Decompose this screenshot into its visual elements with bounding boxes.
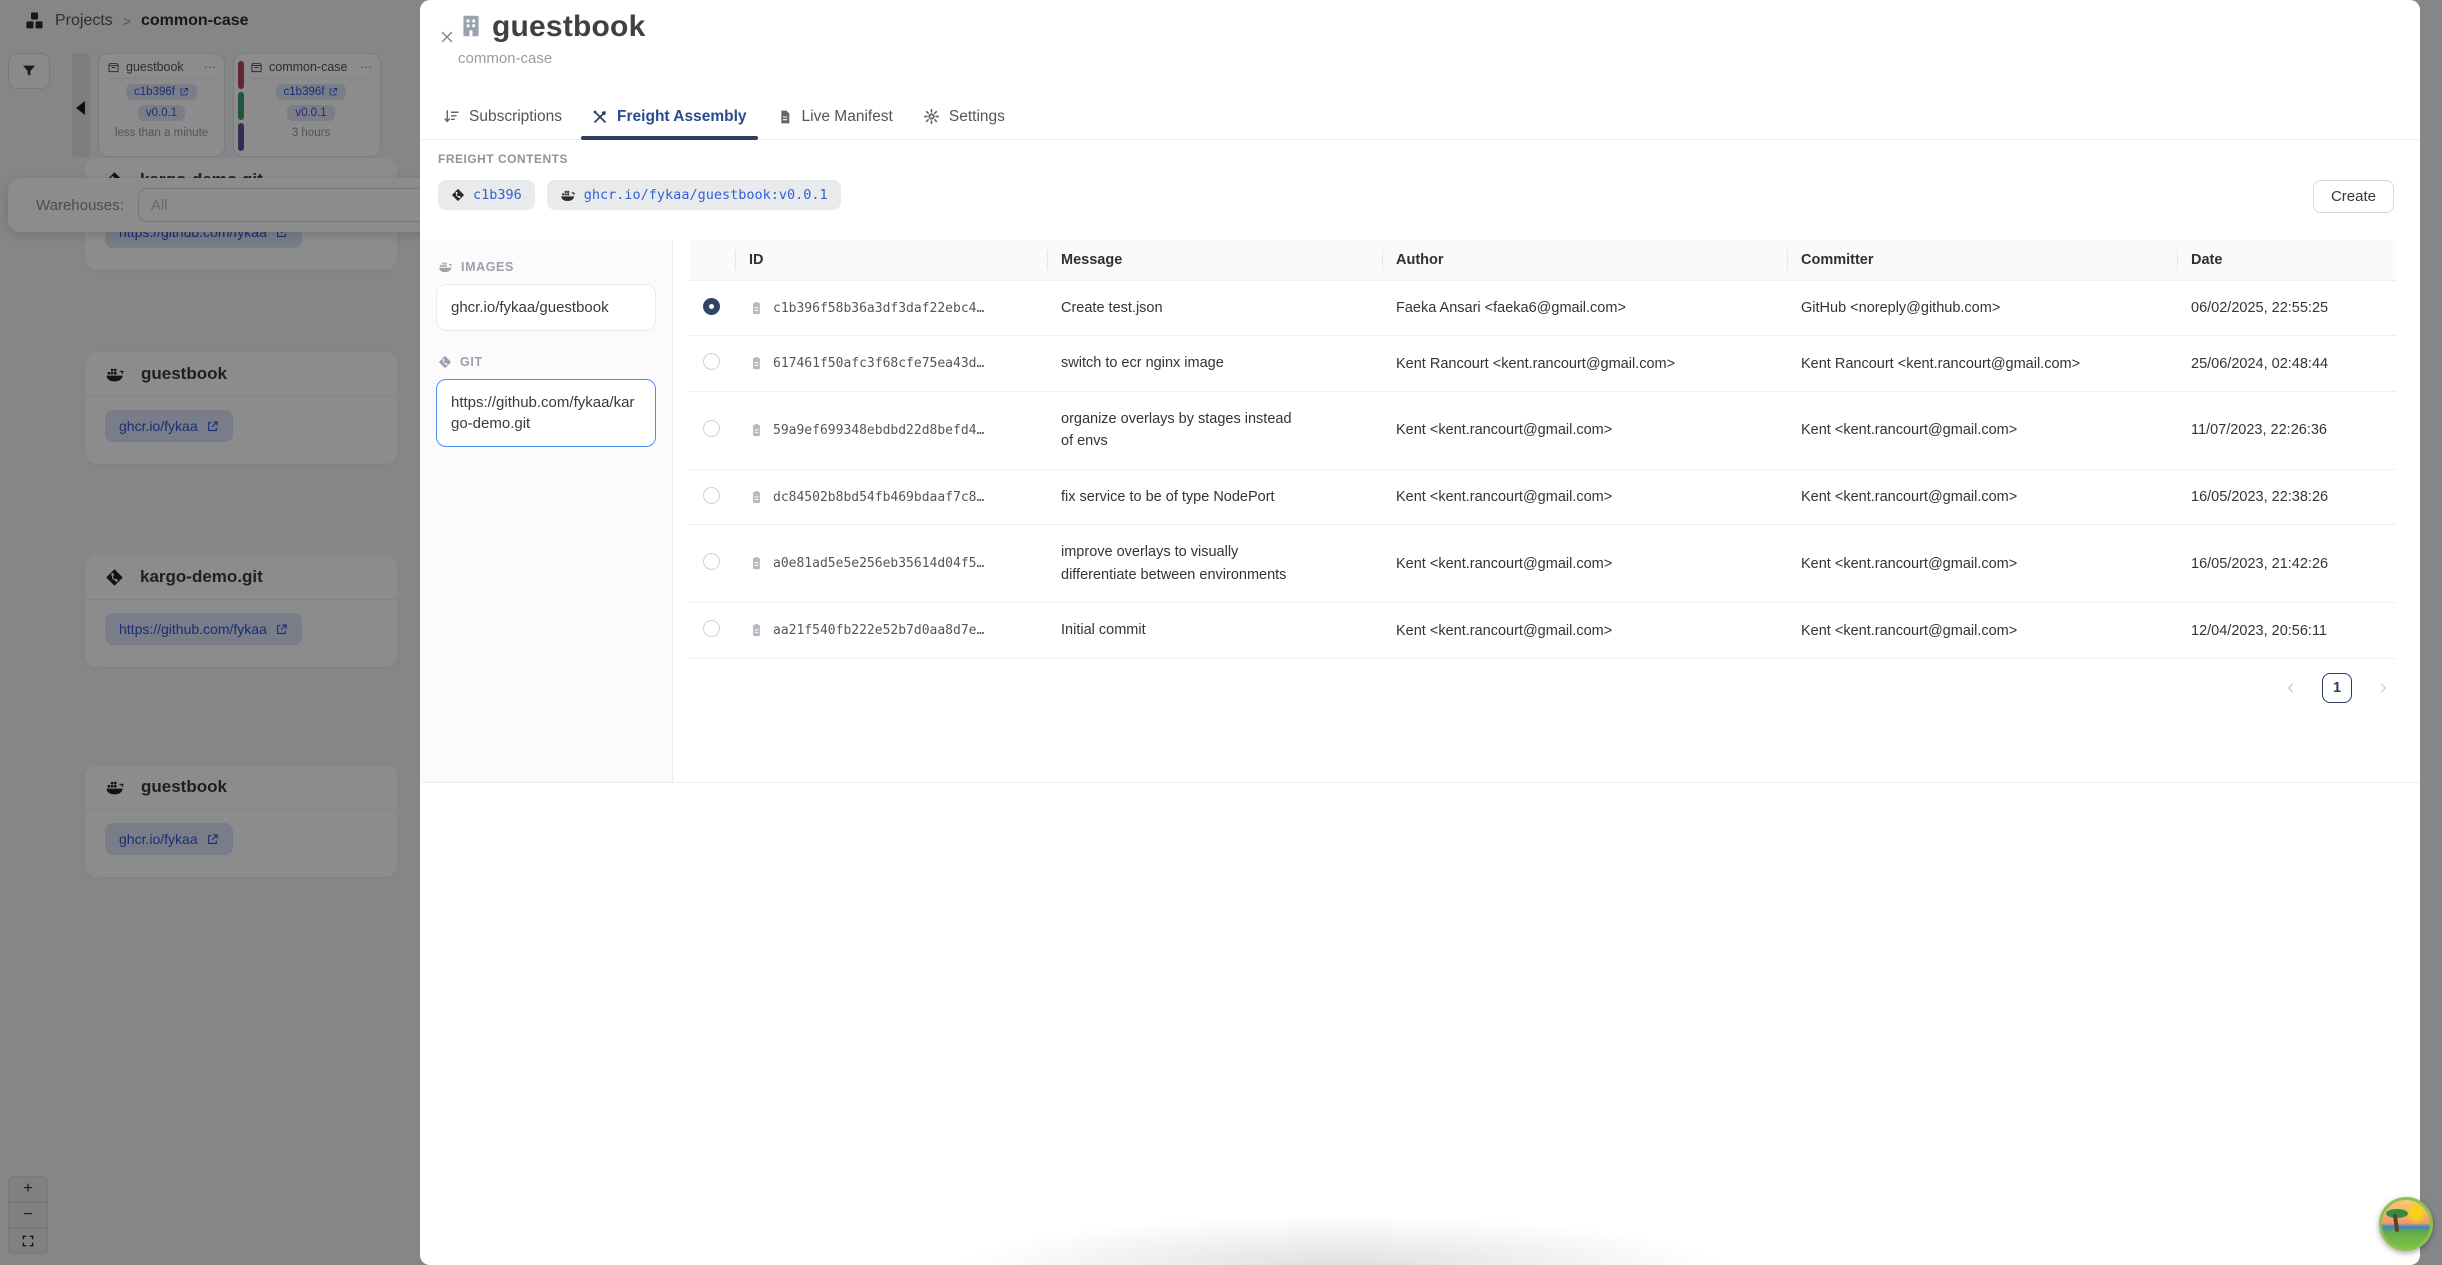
commit-file-icon bbox=[749, 556, 764, 571]
modal-tab-bar: Subscriptions Freight Assembly Live Mani… bbox=[420, 94, 2420, 140]
table-pagination: 1 bbox=[689, 673, 2396, 703]
commit-radio[interactable] bbox=[703, 487, 720, 504]
commit-radio[interactable] bbox=[703, 353, 720, 370]
modal-title: guestbook bbox=[492, 10, 645, 44]
git-section-label: GIT bbox=[438, 355, 656, 369]
warehouse-details-modal: guestbook common-case Subscriptions Frei… bbox=[420, 0, 2420, 1265]
commit-radio-selected[interactable] bbox=[703, 298, 720, 315]
tab-settings[interactable]: Settings bbox=[908, 94, 1020, 139]
commit-file-icon bbox=[749, 623, 764, 638]
commit-table-area: ID Message Author Committer Date c1b396f… bbox=[673, 240, 2420, 782]
close-button[interactable] bbox=[436, 26, 458, 48]
freight-assembly-content: IMAGES ghcr.io/fykaa/guestbook GIT https… bbox=[420, 240, 2420, 783]
modal-subtitle-project: common-case bbox=[458, 50, 552, 67]
freight-commit-chip[interactable]: c1b396 bbox=[438, 180, 535, 210]
radio-column-header bbox=[689, 240, 735, 281]
pagination-next-button[interactable] bbox=[2372, 677, 2394, 699]
commit-radio[interactable] bbox=[703, 420, 720, 437]
image-repo-card[interactable]: ghcr.io/fykaa/guestbook bbox=[436, 284, 656, 331]
column-header-author: Author bbox=[1382, 240, 1787, 281]
chevron-left-icon bbox=[2283, 680, 2299, 696]
git-icon bbox=[438, 355, 452, 369]
commit-file-icon bbox=[749, 301, 764, 316]
close-icon bbox=[438, 28, 456, 46]
create-freight-button[interactable]: Create bbox=[2313, 180, 2394, 213]
island-extension-badge[interactable] bbox=[2379, 1197, 2433, 1251]
sort-list-icon bbox=[443, 108, 460, 125]
sun-graphic bbox=[2409, 1206, 2423, 1220]
git-icon bbox=[451, 188, 465, 202]
commit-file-icon bbox=[749, 356, 764, 371]
commit-table: ID Message Author Committer Date c1b396f… bbox=[689, 240, 2396, 659]
column-header-committer: Committer bbox=[1787, 240, 2177, 281]
freight-contents-heading: FREIGHT CONTENTS bbox=[438, 152, 568, 166]
commit-row[interactable]: 59a9ef699348ebdbd22d8befd4… organize ove… bbox=[689, 391, 2396, 469]
tab-live-manifest[interactable]: Live Manifest bbox=[762, 94, 908, 139]
commit-radio[interactable] bbox=[703, 553, 720, 570]
commit-row[interactable]: c1b396f58b36a3df3daf22ebc4… Create test.… bbox=[689, 281, 2396, 336]
tab-freight-assembly[interactable]: Freight Assembly bbox=[577, 94, 762, 139]
freight-contents-chips: c1b396 ghcr.io/fykaa/guestbook:v0.0.1 bbox=[438, 180, 841, 210]
column-header-date: Date bbox=[2177, 240, 2396, 281]
artifact-sidebar: IMAGES ghcr.io/fykaa/guestbook GIT https… bbox=[420, 240, 673, 782]
docker-whale-icon bbox=[560, 187, 576, 203]
tab-subscriptions[interactable]: Subscriptions bbox=[428, 94, 577, 139]
chevron-right-icon bbox=[2375, 680, 2391, 696]
commit-file-icon bbox=[749, 490, 764, 505]
freight-image-chip[interactable]: ghcr.io/fykaa/guestbook:v0.0.1 bbox=[547, 180, 841, 210]
docker-whale-icon bbox=[438, 259, 453, 274]
pagination-prev-button[interactable] bbox=[2280, 677, 2302, 699]
bottom-sheet-shadow bbox=[880, 1205, 1800, 1265]
pagination-page-1[interactable]: 1 bbox=[2322, 673, 2352, 703]
commit-row[interactable]: dc84502b8bd54fb469bdaaf7c8… fix service … bbox=[689, 469, 2396, 524]
commit-row[interactable]: a0e81ad5e5e256eb35614d04f5… improve over… bbox=[689, 525, 2396, 603]
warehouse-building-icon bbox=[458, 13, 484, 39]
images-section-label: IMAGES bbox=[438, 259, 656, 274]
column-header-id: ID bbox=[735, 240, 1047, 281]
column-header-message: Message bbox=[1047, 240, 1382, 281]
commit-row[interactable]: 617461f50afc3f68cfe75ea43d… switch to ec… bbox=[689, 336, 2396, 391]
file-icon bbox=[777, 109, 793, 125]
git-repo-card-selected[interactable]: https://github.com/fykaa/kargo-demo.git bbox=[436, 379, 656, 447]
commit-radio[interactable] bbox=[703, 620, 720, 637]
gear-icon bbox=[923, 108, 940, 125]
commit-file-icon bbox=[749, 423, 764, 438]
tools-icon bbox=[592, 109, 608, 125]
commit-row[interactable]: aa21f540fb222e52b7d0aa8d7e… Initial comm… bbox=[689, 603, 2396, 658]
